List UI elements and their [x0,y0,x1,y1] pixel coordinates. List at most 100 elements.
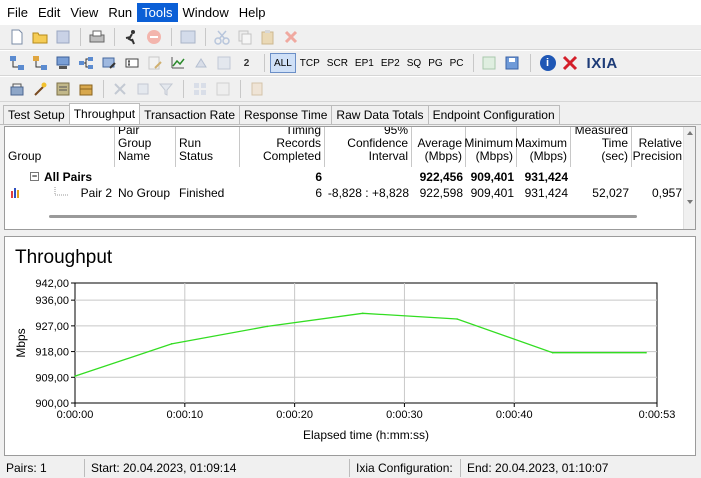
column-header-run-status[interactable]: Run Status [176,127,240,167]
menu-edit[interactable]: Edit [33,3,65,22]
endpoint-tools-icon[interactable] [6,79,27,99]
filter-ep2-button[interactable]: EP2 [378,53,403,73]
script-tools-icon[interactable] [52,79,73,99]
toolbar-main [0,24,701,50]
column-header-minimum[interactable]: Minimum (Mbps) [464,127,517,167]
tab-response-time[interactable]: Response Time [239,105,333,124]
filter-pc-button[interactable]: PC [447,53,467,73]
new-file-icon[interactable] [6,27,27,47]
x-tick-label: 0:00:30 [386,409,423,421]
run-icon[interactable] [120,27,141,47]
ixia-logo-mark-icon [560,53,581,73]
info-icon[interactable]: i [539,55,556,71]
column-header-measured-time[interactable]: Measured Time (sec) [571,127,632,167]
collapse-toggle[interactable]: − [30,172,39,181]
throughput-data-point [551,351,554,354]
pair-compare-icon[interactable] [190,53,211,73]
pair-group-name-cell: No Group [118,185,171,200]
swap-endpoints-icon[interactable] [213,53,234,73]
summary-group-cell: − All Pairs [27,169,115,184]
cut-icon[interactable] [211,27,232,47]
pair-group-icon[interactable] [52,53,73,73]
y-axis-label: Mbps [14,328,28,357]
magic-wand-icon[interactable] [29,79,50,99]
toolbar-separator [80,28,81,46]
filter-tcp-button[interactable]: TCP [297,53,323,73]
throughput-data-point [74,375,76,377]
column-header-timing-records[interactable]: Timing Records Completed [240,127,325,167]
filter-sq-button[interactable]: SQ [404,53,424,73]
column-header-confidence-interval[interactable]: 95% Confidence Interval [325,127,412,167]
menu-file[interactable]: File [2,3,33,22]
expand-icon[interactable] [109,79,130,99]
tab-endpoint-configuration[interactable]: Endpoint Configuration [427,105,560,124]
menu-tools[interactable]: Tools [137,2,178,22]
column-header-group[interactable]: Group [5,127,115,167]
results-icon[interactable] [177,27,198,47]
x-tick-label: 0:00:53 [639,409,676,421]
print-icon[interactable] [86,27,107,47]
export-icon[interactable] [479,53,500,73]
filter-icon[interactable] [155,79,176,99]
edit-pair-icon[interactable] [98,53,119,73]
toolbar-separator [205,28,206,46]
tab-throughput[interactable]: Throughput [68,103,141,124]
vertical-scrollbar[interactable] [683,127,695,229]
tile-icon[interactable] [212,79,233,99]
horizontal-scrollbar[interactable] [49,215,637,218]
menu-window[interactable]: Window [178,3,234,22]
save-icon[interactable] [52,27,73,47]
throughput-data-point [361,312,364,315]
stop-icon[interactable] [143,27,164,47]
save-results-icon[interactable] [502,53,523,73]
menu-bar: File Edit View Run Tools Window Help [0,0,701,24]
menu-help[interactable]: Help [234,3,271,22]
toolbar-separator [114,28,115,46]
edit-graph-icon[interactable] [167,53,188,73]
add-pair-icon[interactable] [6,53,27,73]
y-tick-label: 942,00 [35,278,69,290]
tab-raw-data-totals[interactable]: Raw Data Totals [331,105,429,124]
tab-test-setup[interactable]: Test Setup [3,105,70,124]
menu-run[interactable]: Run [103,3,137,22]
table-row[interactable]: Pair 2 No Group Finished 6 -8,828 : +8,8… [5,185,685,200]
step-2-icon[interactable]: 2 [236,53,257,73]
status-pairs: Pairs: 1 [0,459,85,477]
summary-row[interactable]: − All Pairs 6 922,456 909,401 931,424 [5,169,685,184]
delete-icon[interactable] [280,27,301,47]
column-header-relative-precision[interactable]: Relative Precision [632,127,685,167]
edit-script-icon[interactable] [144,53,165,73]
open-folder-icon[interactable] [29,27,50,47]
filter-ep1-button[interactable]: EP1 [352,53,377,73]
grid-layout-icon[interactable] [189,79,210,99]
y-tick-label: 909,00 [35,372,69,384]
status-bar: Pairs: 1 Start: 20.04.2023, 01:09:14 Ixi… [0,458,701,478]
plot-area [74,282,658,404]
column-header-maximum[interactable]: Maximum (Mbps) [515,127,571,167]
report-icon[interactable] [246,79,267,99]
add-multicast-icon[interactable] [29,53,50,73]
network-icon[interactable] [75,53,96,73]
average-cell: 922,598 [419,185,463,200]
toolbar-separator [264,54,265,72]
x-tick-label: 0:00:20 [276,409,313,421]
column-header-pair-group-name[interactable]: Pair Group Name [115,127,176,167]
relative-precision-cell: 0,957 [651,185,682,200]
y-tick-label: 918,00 [35,347,69,359]
package-icon[interactable] [75,79,96,99]
column-header-average[interactable]: Average (Mbps) [412,127,466,167]
paste-icon[interactable] [257,27,278,47]
tab-transaction-rate[interactable]: Transaction Rate [139,105,241,124]
menu-view[interactable]: View [65,3,103,22]
toolbar-pairs: 2 ALL TCP SCR EP1 EP2 SQ PG PC i IXIA [0,50,701,76]
summary-group-label: All Pairs [44,169,93,184]
collapse-icon[interactable] [132,79,153,99]
rename-icon[interactable] [121,53,142,73]
copy-icon[interactable] [234,27,255,47]
timing-records-cell: 6 [315,185,322,200]
filter-scr-button[interactable]: SCR [324,53,351,73]
filter-all-button[interactable]: ALL [270,53,296,73]
results-grid: Group Pair Group Name Run Status Timing R… [4,126,696,230]
x-tick-label: 0:00:40 [496,409,533,421]
filter-pg-button[interactable]: PG [425,53,445,73]
